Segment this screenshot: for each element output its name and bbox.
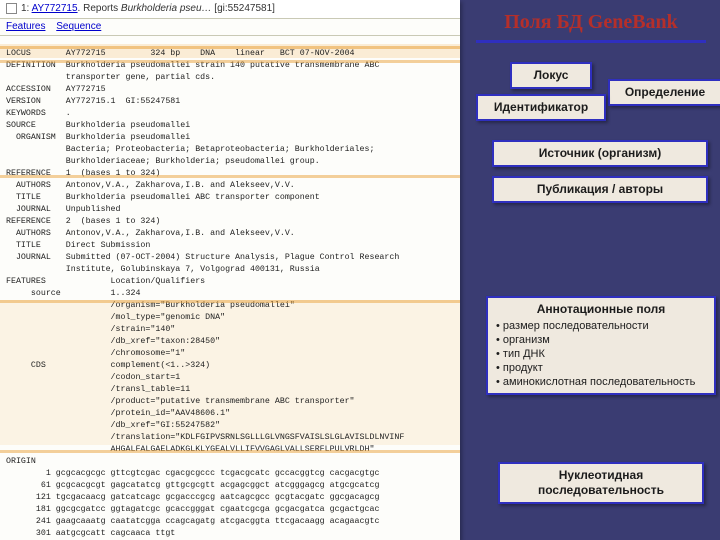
accession-link[interactable]: AY772715	[32, 3, 78, 14]
callout-locus: Локус	[510, 62, 592, 89]
callout-publication: Публикация / авторы	[492, 176, 708, 203]
annotation-item: • тип ДНК	[496, 348, 545, 360]
slide-title: Поля БД GeneBank	[476, 10, 706, 43]
annotation-title: Аннотационные поля	[496, 302, 706, 316]
genbank-record-panel: 1: AY772715. Reports Burkholderia pseu… …	[0, 0, 460, 540]
callout-source: Источник (организм)	[492, 140, 708, 167]
tab-sequence[interactable]: Sequence	[56, 21, 101, 32]
select-checkbox[interactable]	[6, 3, 17, 14]
annotation-item: • продукт	[496, 362, 543, 374]
callout-annotation: Аннотационные поля • размер последовател…	[486, 296, 716, 395]
callout-identifier: Идентификатор	[476, 94, 606, 121]
tab-features[interactable]: Features	[6, 21, 45, 32]
annotation-item: • организм	[496, 334, 550, 346]
genbank-flatfile: LOCUS AY772715 324 bp DNA linear BCT 07-…	[0, 44, 460, 540]
record-subtabs: Features Sequence	[0, 19, 460, 36]
annotation-item: • аминокислотная последовательность	[496, 376, 695, 388]
callout-sequence: Нуклеотидная последовательность	[498, 462, 704, 504]
callout-definition: Определение	[608, 79, 720, 106]
record-header: 1: AY772715. Reports Burkholderia pseu… …	[0, 0, 460, 19]
annotation-item: • размер последовательности	[496, 320, 649, 332]
